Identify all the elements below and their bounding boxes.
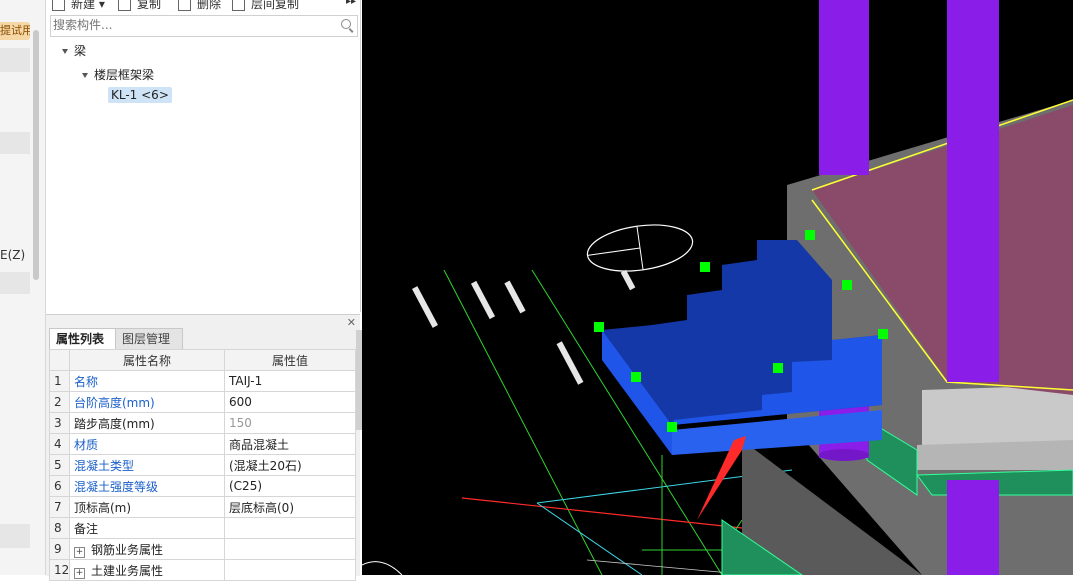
tree-node-floor-frame-beam[interactable]: 楼层框架梁 — [82, 66, 154, 83]
grip-handle[interactable] — [667, 422, 677, 432]
search-icon[interactable] — [341, 19, 351, 29]
expand-plus-icon[interactable]: + — [74, 567, 85, 579]
strip-row[interactable] — [0, 48, 30, 72]
property-name: 备注 — [69, 517, 225, 539]
grip-handle[interactable] — [805, 230, 815, 240]
search-box — [50, 15, 358, 37]
panel-expand-icon[interactable]: ▸▸ — [346, 0, 356, 7]
property-name: 混凝土强度等级 — [69, 475, 225, 497]
property-name: 混凝土类型 — [69, 454, 225, 476]
grip-handle[interactable] — [878, 329, 888, 339]
table-row[interactable]: 7 顶标高(m) 层底标高(0) — [49, 496, 356, 518]
search-input[interactable] — [51, 16, 323, 34]
tree-node-beam[interactable]: 梁 — [62, 42, 86, 59]
close-icon[interactable]: ✕ — [347, 316, 356, 329]
property-name: 台阶高度(mm) — [69, 391, 225, 413]
strip-row[interactable] — [0, 524, 30, 548]
table-row[interactable]: 4 材质 商品混凝土 — [49, 433, 356, 455]
property-value[interactable]: 600 — [224, 391, 356, 413]
component-tree-panel: 新建 ▾ 复制 删除 层间复制 梁 楼层框架梁 KL-1 <6> — [46, 0, 361, 312]
grip-handle[interactable] — [631, 372, 641, 382]
table-row[interactable]: 2 台阶高度(mm) 600 — [49, 391, 356, 413]
view-cube-hint — [362, 561, 403, 575]
header-property-name: 属性名称 — [69, 349, 225, 371]
new-button[interactable]: 新建 ▾ — [52, 0, 105, 12]
left-side-strip: 提试用 E(Z) — [0, 0, 46, 575]
delete-button[interactable]: 删除 — [178, 0, 221, 12]
chevron-down-icon: ▾ — [98, 0, 105, 11]
property-name: 名称 — [69, 370, 225, 392]
expand-plus-icon[interactable]: + — [74, 546, 85, 558]
floor-copy-button[interactable]: 层间复制 — [232, 0, 299, 12]
table-row[interactable]: 1 名称 TAIJ-1 — [49, 370, 356, 392]
property-name: 踏步高度(mm) — [69, 412, 225, 434]
copy-icon — [118, 0, 131, 11]
property-value — [224, 559, 356, 581]
tree-toolbar: 新建 ▾ 复制 删除 层间复制 — [46, 0, 360, 12]
table-row[interactable]: 8 备注 — [49, 517, 356, 539]
strip-scrollbar[interactable] — [33, 30, 39, 280]
table-row[interactable]: 5 混凝土类型 (混凝土20石) — [49, 454, 356, 476]
tab-layer-management[interactable]: 图层管理 — [115, 328, 183, 349]
property-value[interactable]: TAIJ-1 — [224, 370, 356, 392]
property-value[interactable]: (C25) — [224, 475, 356, 497]
copy-button[interactable]: 复制 — [118, 0, 161, 12]
expand-arrow-icon[interactable] — [62, 49, 68, 54]
property-value[interactable]: 商品混凝土 — [224, 433, 356, 455]
property-grid-header: 属性名称 属性值 — [49, 349, 356, 371]
property-value[interactable]: (混凝土20石) — [224, 454, 356, 476]
strip-row[interactable] — [0, 132, 30, 154]
table-row[interactable]: 12 + 土建业务属性 — [49, 559, 356, 581]
property-grid: 属性名称 属性值 1 名称 TAIJ-1 2 台阶高度(mm) 600 3 踏步… — [49, 349, 356, 581]
property-value[interactable]: 层底标高(0) — [224, 496, 356, 518]
axis-bubble — [586, 224, 694, 272]
table-row[interactable]: 9 + 钢筋业务属性 — [49, 538, 356, 560]
grip-handle[interactable] — [700, 262, 710, 272]
3d-viewport[interactable] — [362, 0, 1073, 575]
expand-arrow-icon[interactable] — [82, 73, 88, 78]
header-property-value: 属性值 — [224, 349, 356, 371]
properties-panel: ✕ 属性列表 图层管理 属性名称 属性值 1 名称 TAIJ-1 2 台阶高度(… — [46, 314, 360, 581]
property-value[interactable]: 150 — [224, 412, 356, 434]
property-value — [224, 538, 356, 560]
new-icon — [52, 0, 65, 11]
property-name: 材质 — [69, 433, 225, 455]
property-group[interactable]: + 土建业务属性 — [69, 559, 225, 581]
grip-handle[interactable] — [773, 363, 783, 373]
trial-badge[interactable]: 提试用 — [0, 22, 30, 40]
tree-node-kl-1[interactable]: KL-1 <6> — [108, 87, 172, 103]
delete-icon — [178, 0, 191, 11]
strip-row[interactable] — [0, 272, 30, 294]
grip-handle[interactable] — [842, 280, 852, 290]
viewport-canvas[interactable] — [362, 0, 1073, 575]
table-row[interactable]: 6 混凝土强度等级 (C25) — [49, 475, 356, 497]
strip-partial-label: E(Z) — [0, 248, 26, 262]
property-value[interactable] — [224, 517, 356, 539]
table-row[interactable]: 3 踏步高度(mm) 150 — [49, 412, 356, 434]
property-group[interactable]: + 钢筋业务属性 — [69, 538, 225, 560]
property-name: 顶标高(m) — [69, 496, 225, 518]
floor-copy-icon — [232, 0, 245, 11]
tab-property-list[interactable]: 属性列表 — [49, 328, 117, 349]
grip-handle[interactable] — [594, 322, 604, 332]
